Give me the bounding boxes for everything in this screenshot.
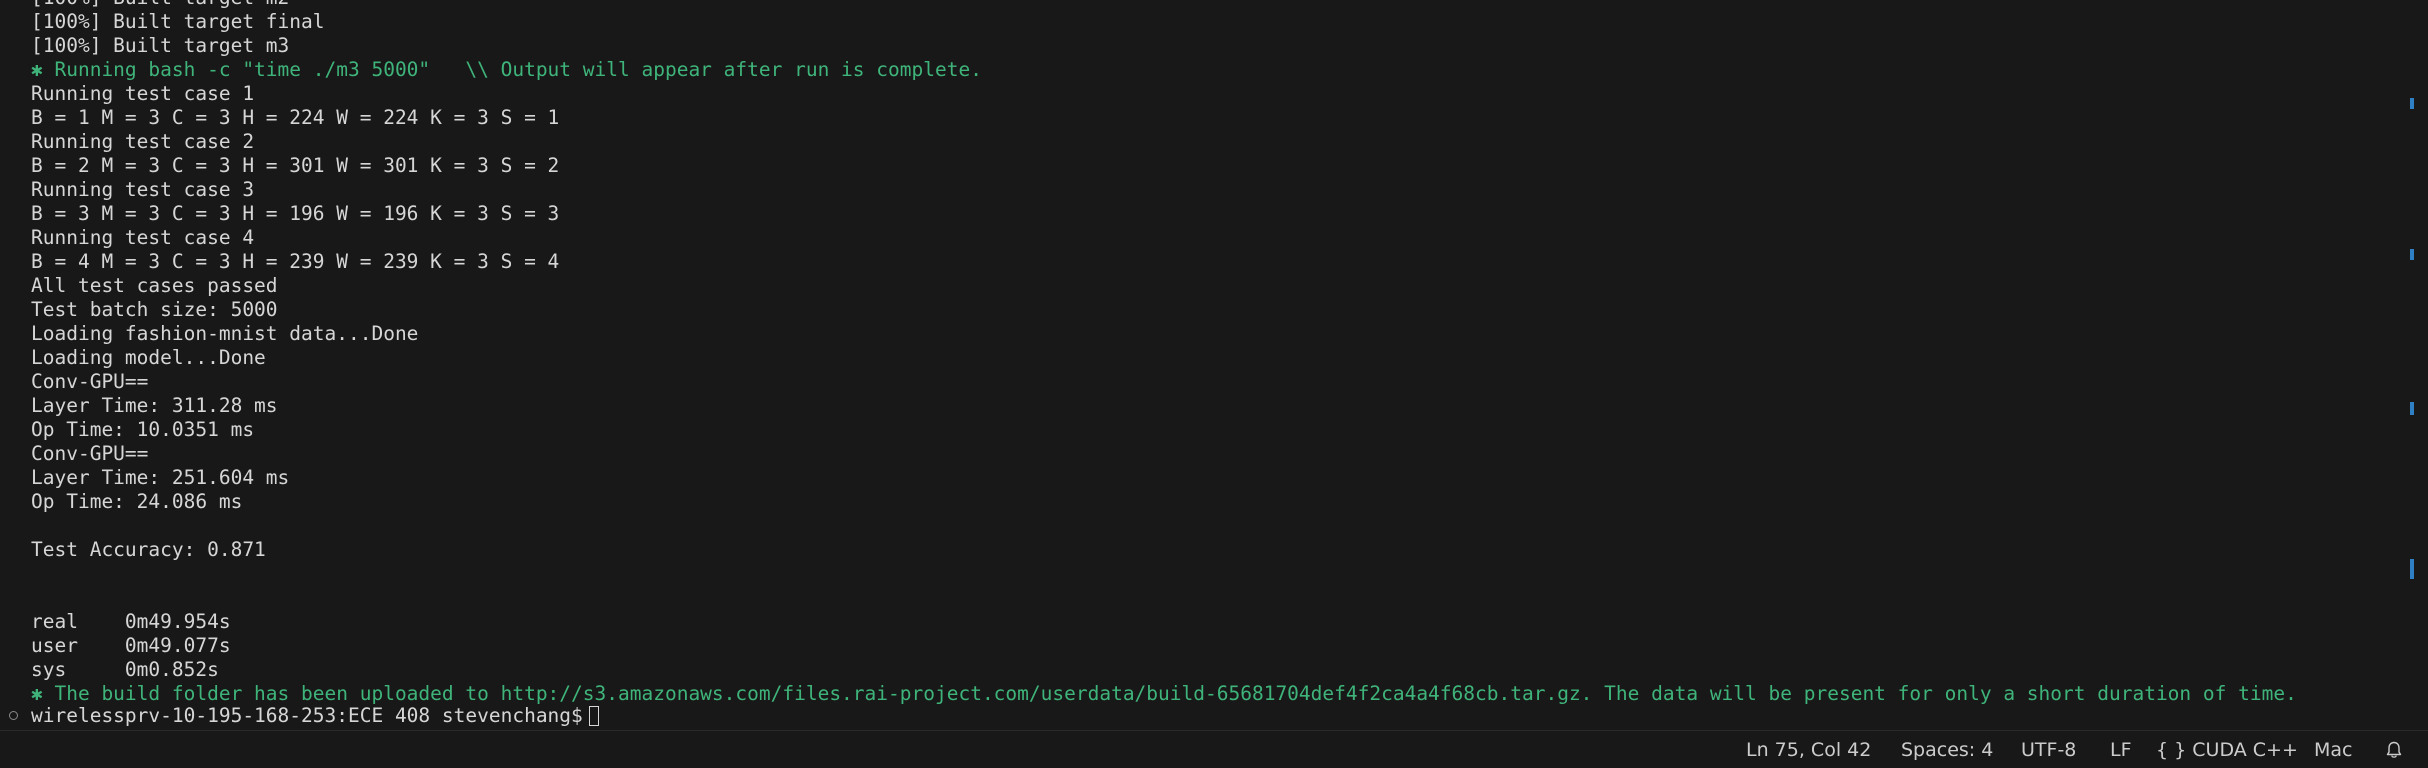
terminal-cursor	[588, 706, 599, 726]
terminal-line: Conv-GPU==	[31, 370, 149, 393]
encoding-indicator[interactable]: UTF-8	[2021, 731, 2076, 768]
scrollbar-marker	[2410, 402, 2414, 415]
terminal-line: Layer Time: 251.604 ms	[31, 466, 290, 489]
terminal-line: user 0m49.077s	[31, 634, 231, 657]
terminal-line: B = 4 M = 3 C = 3 H = 239 W = 239 K = 3 …	[31, 250, 560, 273]
terminal-line: B = 1 M = 3 C = 3 H = 224 W = 224 K = 3 …	[31, 106, 560, 129]
terminal-line: Layer Time: 311.28 ms	[31, 394, 278, 417]
terminal-line: [100%] Built target m2	[31, 0, 2297, 10]
terminal-line: Loading model...Done	[31, 346, 266, 369]
bell-icon[interactable]	[2384, 740, 2404, 760]
language-mode-indicator[interactable]: { } CUDA C++	[2156, 731, 2298, 768]
terminal-line: [100%] Built target m3	[31, 34, 290, 57]
scrollbar-marker	[2410, 98, 2414, 109]
terminal-line: B = 3 M = 3 C = 3 H = 196 W = 196 K = 3 …	[31, 202, 560, 225]
command-decoration-icon[interactable]	[9, 711, 18, 720]
terminal-line: ✱ Running bash -c "time ./m3 5000" \\ Ou…	[31, 58, 982, 81]
terminal-line: Conv-GPU==	[31, 442, 149, 465]
terminal-line: Running test case 1	[31, 82, 255, 105]
prompt-text: wirelessprv-10-195-168-253:ECE 408 steve…	[31, 704, 583, 727]
terminal-line: B = 2 M = 3 C = 3 H = 301 W = 301 K = 3 …	[31, 154, 560, 177]
terminal-line: ✱ The build folder has been uploaded to …	[31, 682, 2297, 705]
terminal-line: Running test case 3	[31, 178, 255, 201]
terminal-panel[interactable]: [100%] Built target m2[100%] Built targe…	[0, 0, 2400, 728]
terminal-line: Loading fashion-mnist data...Done	[31, 322, 419, 345]
prompt-line[interactable]: wirelessprv-10-195-168-253:ECE 408 steve…	[0, 704, 599, 728]
cursor-position-indicator[interactable]: Ln 75, Col 42	[1746, 731, 1871, 768]
platform-indicator[interactable]: Mac	[2314, 731, 2352, 768]
status-bar: Ln 75, Col 42 Spaces: 4 UTF-8 LF { } CUD…	[0, 730, 2428, 768]
scrollbar-marker	[2410, 249, 2414, 260]
terminal-line: sys 0m0.852s	[31, 658, 219, 681]
terminal-line: All test cases passed	[31, 274, 278, 297]
braces-icon: { }	[2156, 739, 2187, 761]
scrollbar-marker	[2410, 559, 2414, 579]
line-ending-indicator[interactable]: LF	[2110, 731, 2132, 768]
terminal-line: Running test case 2	[31, 130, 255, 153]
terminal-line: Op Time: 10.0351 ms	[31, 418, 255, 441]
terminal-line: Test Accuracy: 0.871	[31, 538, 266, 561]
terminal-line: Test batch size: 5000	[31, 298, 278, 321]
language-mode-label: CUDA C++	[2192, 739, 2298, 761]
vscode-terminal-window: [100%] Built target m2[100%] Built targe…	[0, 0, 2428, 768]
indentation-indicator[interactable]: Spaces: 4	[1901, 731, 1993, 768]
terminal-line: Running test case 4	[31, 226, 255, 249]
terminal-output: [100%] Built target m2[100%] Built targe…	[31, 0, 2297, 706]
terminal-line: Op Time: 24.086 ms	[31, 490, 243, 513]
terminal-line: [100%] Built target final	[31, 10, 325, 33]
terminal-scrollbar[interactable]	[2400, 0, 2428, 728]
terminal-line: real 0m49.954s	[31, 610, 231, 633]
